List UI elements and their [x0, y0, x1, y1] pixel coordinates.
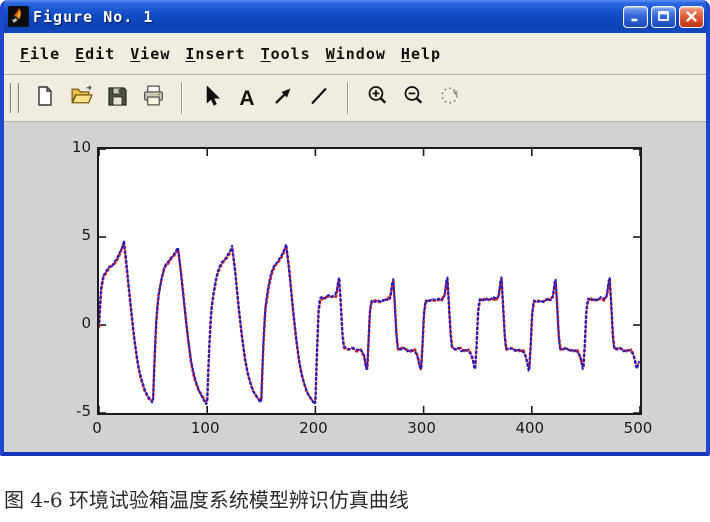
zoom-out-icon	[401, 83, 426, 113]
figure-window: Figure No. 1 File Edit View Insert Tools…	[0, 0, 710, 456]
close-button[interactable]	[679, 6, 704, 28]
matlab-figure-icon	[8, 6, 29, 27]
x-tick-label: 100	[183, 419, 227, 437]
save-figure-button[interactable]	[101, 82, 133, 114]
select-tool-button[interactable]	[195, 82, 227, 114]
plot-data-svg	[99, 149, 640, 413]
arrow-annotation-icon	[271, 84, 295, 113]
new-document-icon	[33, 84, 57, 113]
menu-tools[interactable]: Tools	[261, 45, 311, 63]
print-figure-button[interactable]	[137, 82, 169, 114]
y-tick-label: 5	[47, 226, 91, 244]
maximize-button[interactable]	[651, 6, 676, 28]
figure-caption: 图 4-6 环境试验箱温度系统模型辨识仿真曲线	[4, 484, 704, 513]
toolbar-separator	[347, 82, 349, 114]
y-tick-label: 0	[47, 314, 91, 332]
screenshot-page: Figure No. 1 File Edit View Insert Tools…	[0, 0, 710, 522]
line-annotation-button[interactable]	[303, 82, 335, 114]
text-tool-button[interactable]: A	[231, 82, 263, 114]
menu-help[interactable]: Help	[401, 45, 441, 63]
series-model-output-red	[99, 242, 638, 402]
print-icon	[141, 83, 166, 113]
rotate-3d-button[interactable]	[433, 82, 465, 114]
zoom-in-icon	[365, 83, 390, 113]
x-tick-label: 500	[616, 419, 660, 437]
text-label-icon: A	[239, 88, 254, 109]
zoom-out-button[interactable]	[397, 82, 429, 114]
figure-canvas: -50510 0100200300400500	[4, 122, 706, 452]
x-tick-label: 300	[400, 419, 444, 437]
x-tick-label: 200	[291, 419, 335, 437]
x-tick-label: 400	[508, 419, 552, 437]
series-measured-output-blue	[99, 241, 639, 405]
minimize-button[interactable]	[623, 6, 648, 28]
open-folder-icon	[69, 83, 94, 113]
toolbar: A	[4, 75, 706, 122]
zoom-in-button[interactable]	[361, 82, 393, 114]
save-icon	[105, 84, 129, 113]
titlebar[interactable]: Figure No. 1	[0, 0, 710, 33]
arrow-cursor-icon	[199, 84, 223, 113]
menu-edit[interactable]: Edit	[75, 45, 115, 63]
menu-insert[interactable]: Insert	[185, 45, 245, 63]
y-tick-label: 10	[47, 138, 91, 156]
window-title: Figure No. 1	[33, 8, 620, 26]
plot-axes	[97, 147, 642, 415]
new-figure-button[interactable]	[29, 82, 61, 114]
toolbar-grip[interactable]	[9, 83, 19, 113]
x-tick-label: 0	[75, 419, 119, 437]
line-annotation-icon	[307, 84, 331, 113]
menubar: File Edit View Insert Tools Window Help	[4, 33, 706, 75]
menu-window[interactable]: Window	[326, 45, 386, 63]
toolbar-separator	[181, 82, 183, 114]
menu-file[interactable]: File	[20, 45, 60, 63]
open-file-button[interactable]	[65, 82, 97, 114]
y-tick-label: -5	[47, 402, 91, 420]
arrow-annotation-button[interactable]	[267, 82, 299, 114]
menu-view[interactable]: View	[130, 45, 170, 63]
rotate-3d-icon	[437, 83, 462, 113]
